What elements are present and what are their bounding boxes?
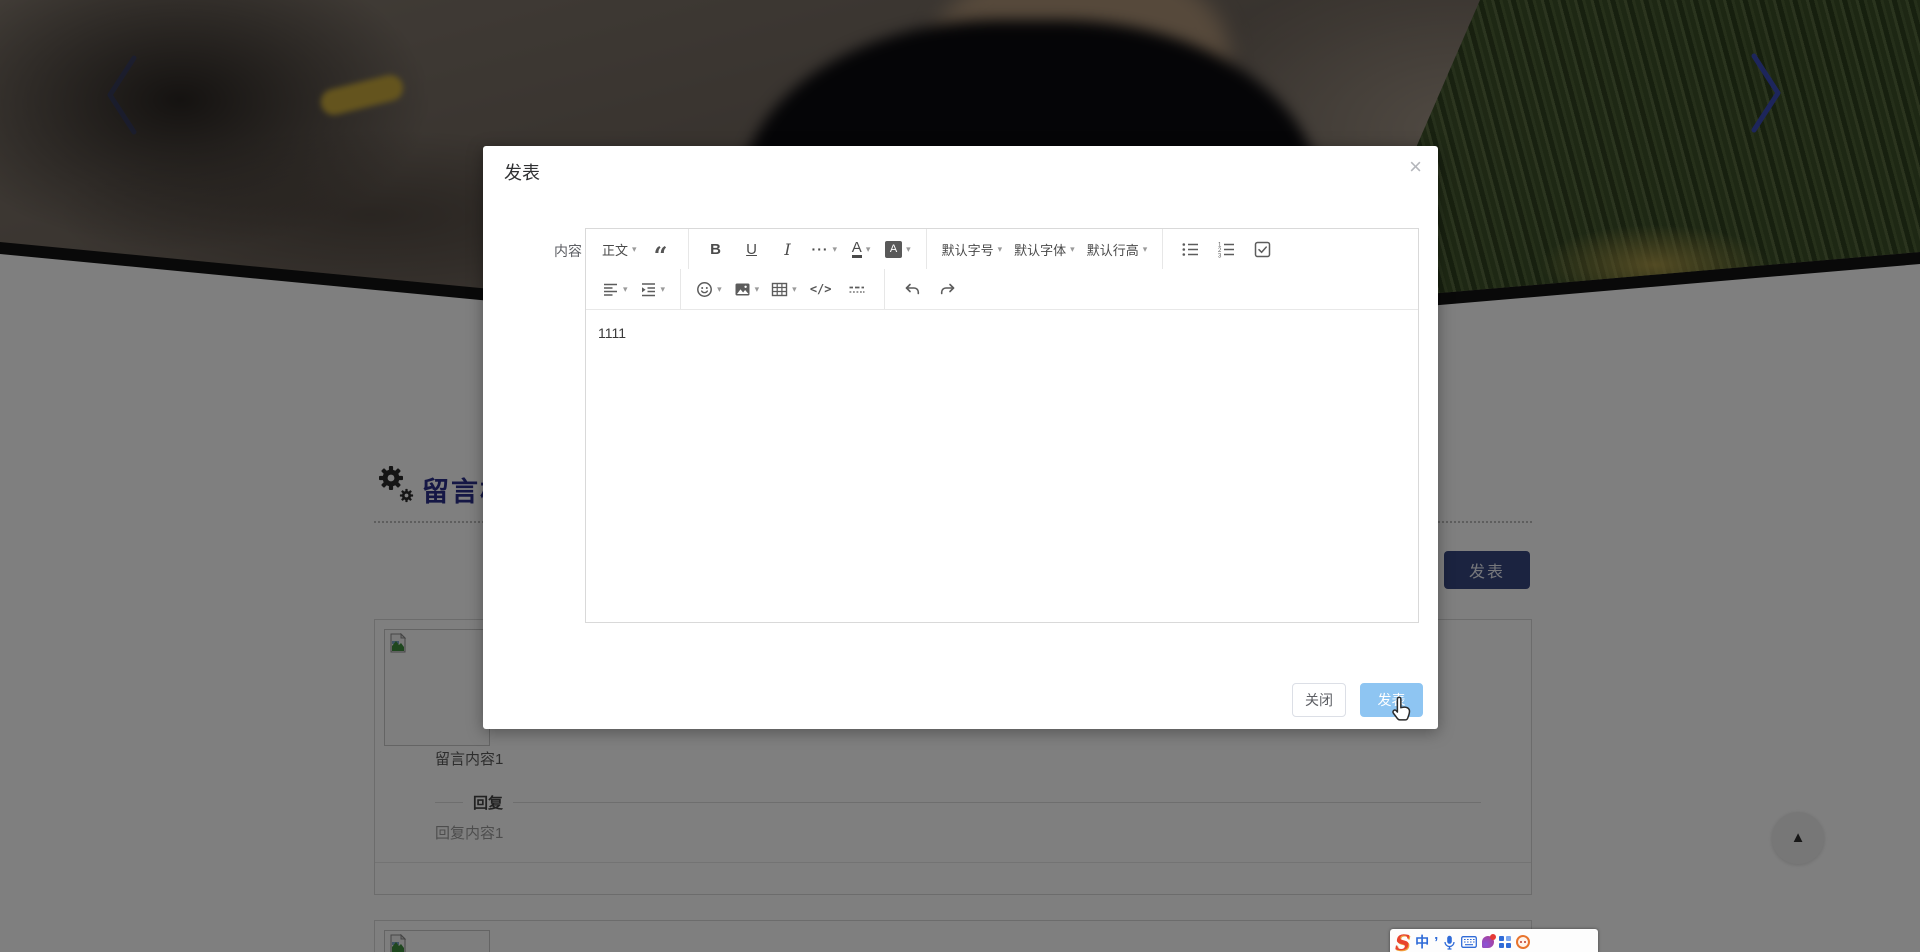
content-field-label: 内容	[554, 243, 582, 259]
ime-punctuation-toggle[interactable]: ’	[1434, 935, 1438, 950]
highlight-color-icon: A	[885, 240, 903, 258]
code-block-button[interactable]: </>	[803, 269, 839, 309]
microphone-icon	[1444, 935, 1455, 950]
chevron-down-icon: ▾	[906, 243, 911, 254]
dialog-title: 发表	[504, 163, 540, 183]
dialog-submit-button[interactable]: 发表	[1360, 683, 1423, 717]
ime-mic-button[interactable]	[1443, 935, 1456, 950]
quote-icon: “	[653, 240, 668, 270]
screen: 留言板 发表 留言内容1 回复 回复内容1	[0, 0, 1920, 952]
paragraph-style-dropdown[interactable]: 正文 ▾	[596, 229, 643, 269]
toolbar-separator	[687, 229, 689, 269]
bullet-list-icon	[1182, 242, 1198, 256]
italic-icon: I	[784, 239, 791, 259]
redo-button[interactable]	[930, 269, 966, 309]
indent-icon	[641, 282, 655, 296]
blockquote-button[interactable]: “	[643, 229, 679, 270]
toolbar-row-2: ▾ ▾ ▾ ▾ ▾ </>	[586, 269, 1418, 309]
line-height-dropdown[interactable]: 默认行高 ▾	[1081, 229, 1154, 269]
toolbar-row-1: 正文 ▾ “ B U I ··· ▾ A ▾ A ▾ 默认字号 ▾ 默认字体 ▾…	[586, 229, 1418, 270]
ime-apps-grid-button[interactable]	[1499, 936, 1512, 948]
more-styles-dropdown[interactable]: ··· ▾	[806, 229, 844, 269]
chevron-down-icon: ▾	[1070, 243, 1075, 254]
undo-button[interactable]	[894, 269, 930, 309]
toolbar-separator	[925, 229, 927, 269]
chevron-down-icon: ▾	[792, 283, 797, 294]
underline-icon: U	[746, 240, 757, 258]
chevron-down-icon: ▾	[1142, 243, 1148, 254]
ime-toolbar: S 中 ’	[1390, 929, 1598, 952]
close-icon[interactable]: ×	[1409, 156, 1422, 178]
bold-icon: B	[710, 240, 721, 258]
font-size-dropdown[interactable]: 默认字号 ▾	[936, 229, 1009, 269]
indent-dropdown[interactable]: ▾	[634, 269, 672, 309]
code-icon: </>	[809, 282, 832, 296]
editor-toolbar: 正文 ▾ “ B U I ··· ▾ A ▾ A ▾ 默认字号 ▾ 默认字体 ▾…	[586, 229, 1418, 310]
todo-list-button[interactable]	[1244, 229, 1280, 269]
toolbar-separator	[883, 269, 885, 309]
table-icon	[771, 282, 788, 296]
numbered-list-button[interactable]: 1 2 3	[1208, 229, 1244, 269]
keyboard-icon	[1461, 936, 1478, 948]
chevron-down-icon: ▾	[754, 283, 760, 294]
checkbox-icon	[1254, 241, 1270, 257]
chevron-down-icon: ▾	[660, 283, 666, 294]
toolbar-separator	[680, 269, 682, 309]
chevron-down-icon: ▾	[997, 243, 1003, 254]
align-dropdown[interactable]: ▾	[596, 269, 634, 309]
rich-text-editor: 正文 ▾ “ B U I ··· ▾ A ▾ A ▾ 默认字号 ▾ 默认字体 ▾…	[585, 228, 1419, 623]
ime-language-toggle[interactable]: 中	[1415, 932, 1429, 952]
table-dropdown[interactable]: ▾	[765, 269, 803, 309]
image-dropdown[interactable]: ▾	[728, 269, 766, 309]
editor-content-area[interactable]: 1111	[586, 310, 1418, 623]
emoji-dropdown[interactable]: ▾	[690, 269, 728, 309]
align-left-icon	[604, 283, 617, 296]
chevron-down-icon: ▾	[623, 283, 628, 294]
font-color-icon: A	[851, 239, 862, 259]
chevron-down-icon: ▾	[717, 283, 722, 294]
font-color-dropdown[interactable]: A ▾	[843, 229, 879, 269]
horizontal-rule-button[interactable]	[839, 269, 875, 309]
toolbar-separator	[1162, 229, 1164, 269]
highlight-color-dropdown[interactable]: A ▾	[879, 229, 917, 269]
image-icon	[735, 283, 750, 295]
emoji-icon	[697, 281, 713, 297]
dialog-close-button[interactable]: 关闭	[1292, 683, 1346, 717]
ime-emoji-button[interactable]	[1516, 935, 1531, 949]
more-icon: ···	[811, 241, 829, 257]
numbered-list-icon: 1 2 3	[1218, 242, 1234, 258]
redo-icon	[940, 283, 954, 294]
bullet-list-button[interactable]	[1172, 229, 1208, 269]
divider-line-icon	[849, 286, 865, 293]
ime-skin-button[interactable]	[1482, 934, 1497, 948]
font-family-dropdown[interactable]: 默认字体 ▾	[1008, 229, 1081, 269]
underline-button[interactable]: U	[734, 229, 770, 269]
sogou-logo-icon[interactable]: S	[1395, 932, 1410, 952]
italic-button[interactable]: I	[770, 229, 806, 269]
publish-dialog: 发表 × 内容 正文 ▾ “ B U I ··· ▾ A ▾ A ▾ 默认字号 …	[483, 146, 1438, 729]
chevron-down-icon: ▾	[632, 243, 637, 254]
ime-keyboard-button[interactable]	[1461, 936, 1478, 948]
chevron-down-icon: ▾	[865, 243, 871, 254]
editor-text: 1111	[598, 325, 627, 341]
bold-button[interactable]: B	[698, 229, 734, 269]
chevron-down-icon: ▾	[832, 243, 838, 254]
svg-text:3: 3	[1218, 253, 1222, 258]
undo-icon	[905, 283, 919, 294]
